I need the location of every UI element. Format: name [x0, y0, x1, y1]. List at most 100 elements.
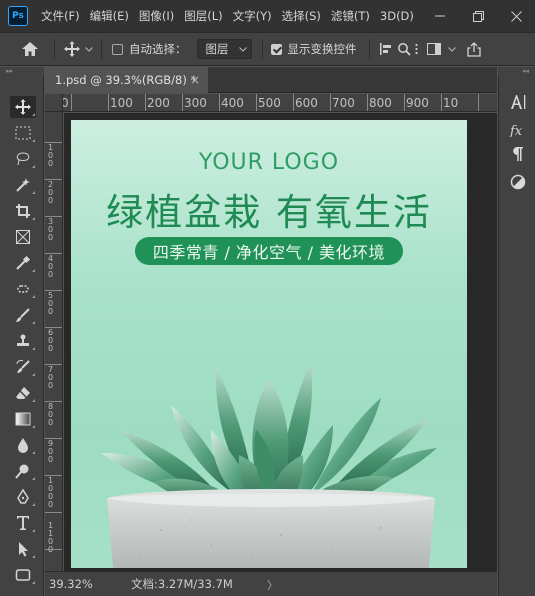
- magic-wand-icon[interactable]: [10, 174, 36, 196]
- ruler-origin[interactable]: [45, 94, 63, 112]
- paragraph-panel-icon[interactable]: [499, 142, 535, 166]
- artboard-canvas[interactable]: YOUR LOGO 绿植盆栽 有氧生活 四季常青 / 净化空气 / 美化环境: [71, 120, 467, 568]
- zoom-level[interactable]: 39.32%: [45, 577, 115, 591]
- ruler-label-group: 900: [46, 440, 55, 464]
- photoshop-app-icon[interactable]: Ps: [8, 6, 28, 26]
- chevron-down-icon[interactable]: [446, 46, 458, 52]
- menu-file[interactable]: 文件(F): [36, 0, 85, 32]
- chevron-down-icon[interactable]: [83, 46, 95, 52]
- menu-image[interactable]: 图像(I): [134, 0, 179, 32]
- minimize-icon[interactable]: [423, 0, 457, 32]
- ruler-label-group: 100: [46, 144, 55, 168]
- search-icon[interactable]: [396, 42, 412, 56]
- eyedropper-icon[interactable]: [10, 252, 36, 274]
- marquee-tool-icon[interactable]: [10, 122, 36, 144]
- menu-select[interactable]: 选择(S): [277, 0, 326, 32]
- ruler-label: 200: [147, 96, 170, 110]
- menu-edit[interactable]: 编辑(E): [85, 0, 134, 32]
- close-tab-icon[interactable]: ×: [190, 73, 200, 87]
- checkbox-box[interactable]: [270, 43, 282, 55]
- character-panel-icon[interactable]: [499, 90, 535, 114]
- history-brush-icon[interactable]: [10, 356, 36, 378]
- crop-tool-icon[interactable]: [10, 200, 36, 222]
- document-tab-title: 1.psd @ 39.3%(RGB/8) *: [55, 73, 197, 87]
- blur-tool-icon[interactable]: [10, 434, 36, 456]
- auto-select-label: 自动选择：: [129, 42, 187, 56]
- brush-tool-icon[interactable]: [10, 304, 36, 326]
- pen-tool-icon[interactable]: [10, 486, 36, 508]
- status-bar: 39.32% 文档:3.27M/33.7M 〉: [45, 571, 497, 596]
- move-tool-icon[interactable]: [10, 96, 36, 118]
- rectangle-tool-icon[interactable]: [10, 564, 36, 586]
- ruler-label-group: 700: [46, 366, 55, 390]
- adjustments-icon[interactable]: [499, 170, 535, 194]
- ruler-digit: 0: [47, 233, 54, 242]
- dodge-tool-icon[interactable]: [10, 460, 36, 482]
- svg-text:fx: fx: [509, 124, 523, 137]
- ruler-digit: 0: [47, 500, 54, 509]
- ruler-label: 700: [332, 96, 355, 110]
- ruler-digit: 0: [47, 196, 54, 205]
- home-icon[interactable]: [12, 41, 48, 57]
- menu-layer[interactable]: 图层(L): [179, 0, 227, 32]
- menu-3d[interactable]: 3D(D): [375, 0, 419, 32]
- close-icon[interactable]: [499, 0, 533, 32]
- separator: [101, 39, 102, 59]
- healing-brush-icon[interactable]: [10, 278, 36, 300]
- menu-type[interactable]: 文字(Y): [228, 0, 277, 32]
- ruler-label-group: 1100: [46, 522, 55, 554]
- vertical-ruler[interactable]: 100 200 300 400 500 600 700 800 900 1000…: [45, 112, 63, 571]
- ruler-digit: 0: [47, 455, 54, 464]
- ruler-label: 600: [295, 96, 318, 110]
- ruler-label: 800: [369, 96, 392, 110]
- gradient-tool-icon[interactable]: [10, 408, 36, 430]
- share-icon[interactable]: [462, 41, 486, 57]
- ruler-label-group: 500: [46, 292, 55, 316]
- ruler-digit: 0: [47, 545, 54, 554]
- ruler-label: 100: [110, 96, 133, 110]
- headline-text: 绿植盆栽 有氧生活: [106, 191, 432, 234]
- tools-panel: [0, 76, 44, 596]
- workspace-icon[interactable]: [422, 43, 446, 55]
- restore-icon[interactable]: [461, 0, 495, 32]
- menu-bar: Ps 文件(F) 编辑(E) 图像(I) 图层(L) 文字(Y) 选择(S) 滤…: [0, 0, 535, 32]
- document-tab[interactable]: 1.psd @ 39.3%(RGB/8) * ×: [45, 67, 208, 93]
- show-transform-checkbox[interactable]: 显示变换控件: [270, 41, 357, 57]
- ruler-digit: 0: [47, 344, 54, 353]
- frame-tool-icon[interactable]: [10, 226, 36, 248]
- dropdown-value: 图层: [205, 42, 229, 56]
- eraser-icon[interactable]: [10, 382, 36, 404]
- clone-stamp-icon[interactable]: [10, 330, 36, 352]
- separator: [54, 39, 55, 59]
- ruler-label: 300: [184, 96, 207, 110]
- ruler-label-group: 200: [46, 181, 55, 205]
- options-bar: 自动选择： 图层 显示变换控件: [0, 32, 535, 66]
- lasso-tool-icon[interactable]: [10, 148, 36, 170]
- horizontal-ruler[interactable]: 0 100 200 300 400 500 600 700 800 900 10: [63, 94, 497, 112]
- ruler-label-group: 1000: [46, 477, 55, 509]
- type-tool-icon[interactable]: [10, 512, 36, 534]
- ruler-label: 0: [63, 96, 69, 110]
- document-tab-bar: 1.psd @ 39.3%(RGB/8) * ×: [45, 67, 497, 93]
- panel-collapse-handle[interactable]: ◂◂: [498, 67, 535, 76]
- auto-select-checkbox[interactable]: 自动选择：: [112, 41, 187, 57]
- document-workspace[interactable]: YOUR LOGO 绿植盆栽 有氧生活 四季常青 / 净化空气 / 美化环境: [64, 113, 497, 571]
- fx-styles-icon[interactable]: fx: [499, 118, 535, 142]
- move-tool-preset-icon[interactable]: [61, 40, 83, 58]
- tagline-badge: 四季常青 / 净化空气 / 美化环境: [135, 237, 403, 265]
- auto-select-target-dropdown[interactable]: 图层: [196, 39, 252, 59]
- menu-filter[interactable]: 滤镜(T): [326, 0, 375, 32]
- more-options-icon[interactable]: [412, 43, 422, 55]
- ruler-digit: 0: [47, 418, 54, 427]
- ruler-digit: 0: [47, 270, 54, 279]
- ruler-label-group: 300: [46, 218, 55, 242]
- status-info-chevron-icon[interactable]: 〉: [267, 577, 278, 593]
- toolbar-collapse-handle[interactable]: ▸▸: [0, 67, 44, 76]
- chevron-down-icon: [238, 46, 247, 52]
- show-transform-label: 显示变换控件: [287, 42, 357, 56]
- ruler-label-group: 400: [46, 255, 55, 279]
- align-left-icon[interactable]: [376, 42, 396, 56]
- path-selection-icon[interactable]: [10, 538, 36, 560]
- checkbox-box[interactable]: [112, 43, 123, 55]
- ruler-label: 500: [258, 96, 281, 110]
